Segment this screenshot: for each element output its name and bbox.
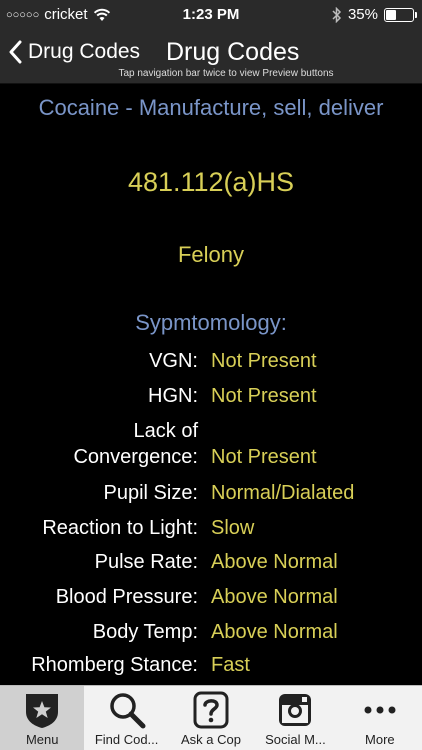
status-bar: ○○○○○ cricket 1:23 PM 35% bbox=[0, 0, 422, 30]
symptom-label: HGN: bbox=[148, 385, 198, 407]
tab-bar: Menu Find Cod... Ask a Cop Social M... M… bbox=[0, 685, 422, 750]
more-icon bbox=[364, 706, 396, 714]
symptom-label: Pupil Size: bbox=[103, 482, 199, 504]
question-icon bbox=[193, 691, 229, 729]
tab-label: More bbox=[365, 732, 395, 747]
tab-label: Ask a Cop bbox=[181, 732, 241, 747]
battery-icon bbox=[384, 7, 417, 22]
symptom-label-line1: Lack of bbox=[133, 420, 198, 442]
instagram-icon bbox=[279, 694, 312, 726]
symptom-label: VGN: bbox=[149, 350, 198, 372]
symptom-value: Above Normal bbox=[211, 551, 338, 573]
drug-detail: Cocaine - Manufacture, sell, deliver 481… bbox=[0, 85, 422, 685]
battery-level bbox=[386, 9, 396, 20]
tab-find-code[interactable]: Find Cod... bbox=[84, 686, 168, 750]
symptom-value: Above Normal bbox=[211, 621, 338, 643]
chevron-left-icon bbox=[9, 40, 22, 64]
navigation-bar[interactable]: Drug Codes Drug Codes Tap navigation bar… bbox=[0, 30, 422, 84]
tab-ask-a-cop[interactable]: Ask a Cop bbox=[169, 686, 253, 750]
symptom-value: Not Present bbox=[211, 446, 317, 468]
symptom-value: Not Present bbox=[211, 350, 317, 372]
badge-star-icon bbox=[26, 694, 59, 728]
back-button-label: Drug Codes bbox=[28, 40, 141, 63]
page-title: Drug Codes bbox=[166, 38, 300, 66]
nav-hint: Tap navigation bar twice to view Preview… bbox=[118, 68, 334, 79]
back-button[interactable]: Drug Codes bbox=[8, 40, 140, 64]
symptom-value: Not Present bbox=[211, 385, 317, 407]
drug-classification: Felony bbox=[177, 242, 245, 267]
symptom-value: Above Normal bbox=[211, 586, 338, 608]
tab-more[interactable]: More bbox=[338, 686, 422, 750]
symptom-value: Slow bbox=[211, 517, 255, 539]
drug-name: Cocaine - Manufacture, sell, deliver bbox=[38, 95, 384, 120]
symptom-value: Normal/Dialated bbox=[211, 482, 355, 504]
battery-percent: 35% bbox=[347, 6, 378, 23]
drug-code: 481.112(a)HS bbox=[127, 167, 295, 197]
symptom-label: Pulse Rate: bbox=[94, 551, 198, 573]
search-icon bbox=[109, 693, 146, 729]
symptom-label: Reaction to Light: bbox=[42, 517, 198, 539]
status-right: 35% bbox=[332, 6, 417, 23]
symptomology-title: Sypmtomology: bbox=[0, 310, 422, 336]
tab-label: Social M... bbox=[265, 732, 326, 747]
tab-menu[interactable]: Menu bbox=[0, 686, 85, 750]
tab-label: Menu bbox=[25, 732, 59, 747]
symptom-label: Body Temp: bbox=[92, 621, 198, 643]
symptomology-title-text: Sypmtomology: bbox=[135, 310, 287, 335]
tab-social-media[interactable]: Social M... bbox=[253, 686, 337, 750]
symptom-label: Rhomberg Stance: bbox=[31, 654, 198, 676]
tab-label: Find Cod... bbox=[94, 732, 159, 747]
bluetooth-icon bbox=[332, 6, 342, 23]
symptom-value: Fast bbox=[211, 654, 250, 676]
symptom-label-line2: Convergence: bbox=[73, 446, 198, 468]
symptom-label: Blood Pressure: bbox=[55, 586, 198, 608]
